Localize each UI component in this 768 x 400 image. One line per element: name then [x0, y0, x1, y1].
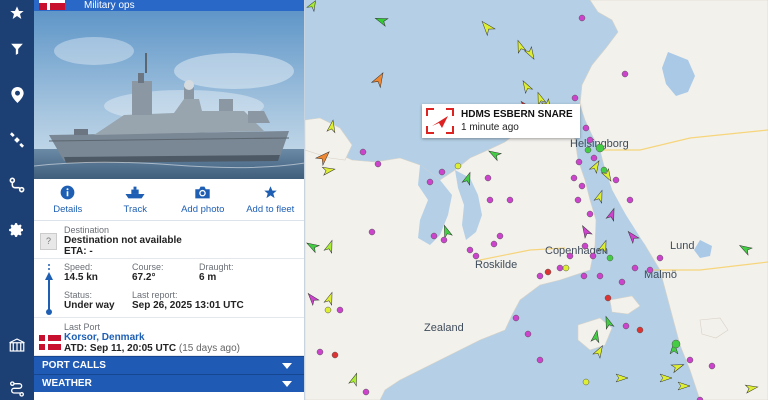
eta-value: - — [89, 246, 93, 257]
satellite-icon — [9, 132, 25, 148]
vessel-actions: Details Track Add photo Add to fleet — [34, 179, 304, 221]
destination-label: Destination — [64, 225, 110, 235]
last-port-row: Last Port Korsor, Denmark ATD: Sep 11, 2… — [34, 318, 304, 356]
draught-label: Draught: — [199, 262, 234, 272]
speed-label: Speed: — [64, 262, 93, 272]
star-icon — [10, 6, 24, 19]
status-label: Status: — [64, 290, 93, 300]
location-button[interactable] — [0, 82, 34, 108]
route-planner-icon — [10, 381, 24, 397]
atd-value: Sep 11, 20:05 UTC — [89, 343, 177, 354]
ship-track-icon — [125, 186, 145, 199]
last-report-label: Last report: — [132, 290, 178, 300]
settings-button[interactable] — [0, 217, 34, 243]
camera-icon — [195, 186, 210, 199]
course-value: 67.2° — [132, 272, 156, 283]
vessel-popup[interactable]: HDMS ESBERN SNARE 1 minute ago — [422, 104, 580, 138]
info-icon — [60, 185, 75, 200]
details-label: Details — [53, 203, 83, 215]
satellite-button[interactable] — [0, 127, 34, 153]
track-button[interactable]: Track — [102, 179, 170, 220]
atd-ago: (15 days ago) — [178, 343, 241, 354]
destination-row: ? Destination Destination not available … — [34, 221, 304, 259]
left-nav — [0, 0, 34, 400]
details-button[interactable]: Details — [34, 179, 102, 220]
vessel-type-label: Military ops — [84, 0, 135, 11]
course-label: Course: — [132, 262, 164, 272]
denmark-flag-icon — [39, 335, 61, 350]
speed-value: 14.5 kn — [64, 272, 98, 283]
status-value: Under way — [64, 300, 115, 311]
filter-icon — [11, 43, 23, 55]
add-photo-button[interactable]: Add photo — [169, 179, 237, 220]
vessel-photo[interactable] — [34, 11, 304, 179]
last-port-link[interactable]: Korsor, Denmark — [64, 332, 304, 343]
atd-label: ATD: — [64, 343, 88, 354]
panel-header: Military ops — [34, 0, 304, 11]
last-report-value: Sep 26, 2025 13:01 UTC — [132, 300, 244, 311]
add-to-fleet-button[interactable]: Add to fleet — [237, 179, 305, 220]
map-label-lund: Lund — [670, 240, 694, 252]
settings-icon — [9, 223, 23, 237]
port-calls-section[interactable]: PORT CALLS — [34, 356, 304, 374]
star-icon — [264, 186, 277, 199]
map-label-copenhagen: Copenhagen — [545, 245, 608, 257]
draught-value: 6 m — [199, 272, 217, 283]
map-label-zealand: Zealand — [424, 322, 464, 334]
vessel-panel: Military ops Details Track Add photo Add… — [34, 0, 305, 400]
port-gate-icon — [9, 338, 25, 352]
weather-section[interactable]: WEATHER — [34, 374, 304, 392]
favorites-button[interactable] — [0, 0, 34, 26]
location-pin-icon — [10, 87, 24, 103]
chevron-down-icon — [282, 363, 292, 369]
port-button[interactable] — [0, 332, 34, 358]
unknown-destination-icon: ? — [40, 233, 57, 250]
port-calls-label: PORT CALLS — [42, 360, 106, 371]
denmark-flag-icon — [39, 0, 65, 10]
filter-button[interactable] — [0, 36, 34, 62]
last-port-label: Last Port — [64, 322, 101, 332]
course-arrow-icon — [45, 264, 53, 315]
map-canvas[interactable]: Helsingborg Malmö Copenhagen Lund Roskil… — [305, 0, 768, 400]
map-label-roskilde: Roskilde — [475, 259, 517, 271]
route-planner-button[interactable] — [0, 376, 34, 400]
track-label: Track — [123, 203, 147, 215]
route-icon — [9, 177, 25, 193]
selected-vessel-marker-icon — [426, 108, 454, 134]
popup-vessel-name[interactable]: HDMS ESBERN SNARE — [461, 109, 573, 120]
route-button[interactable] — [0, 172, 34, 198]
navigation-info: Speed: 14.5 kn Course: 67.2° Draught: 6 … — [34, 259, 304, 318]
chevron-down-icon — [282, 381, 292, 387]
add-photo-label: Add photo — [181, 203, 225, 215]
weather-label: WEATHER — [42, 378, 92, 389]
eta-label: ETA: — [64, 246, 87, 257]
add-to-fleet-label: Add to fleet — [246, 203, 295, 215]
popup-time-ago: 1 minute ago — [461, 122, 519, 133]
destination-value: Destination not available — [64, 235, 182, 246]
map-view[interactable]: Helsingborg Malmö Copenhagen Lund Roskil… — [305, 0, 768, 400]
